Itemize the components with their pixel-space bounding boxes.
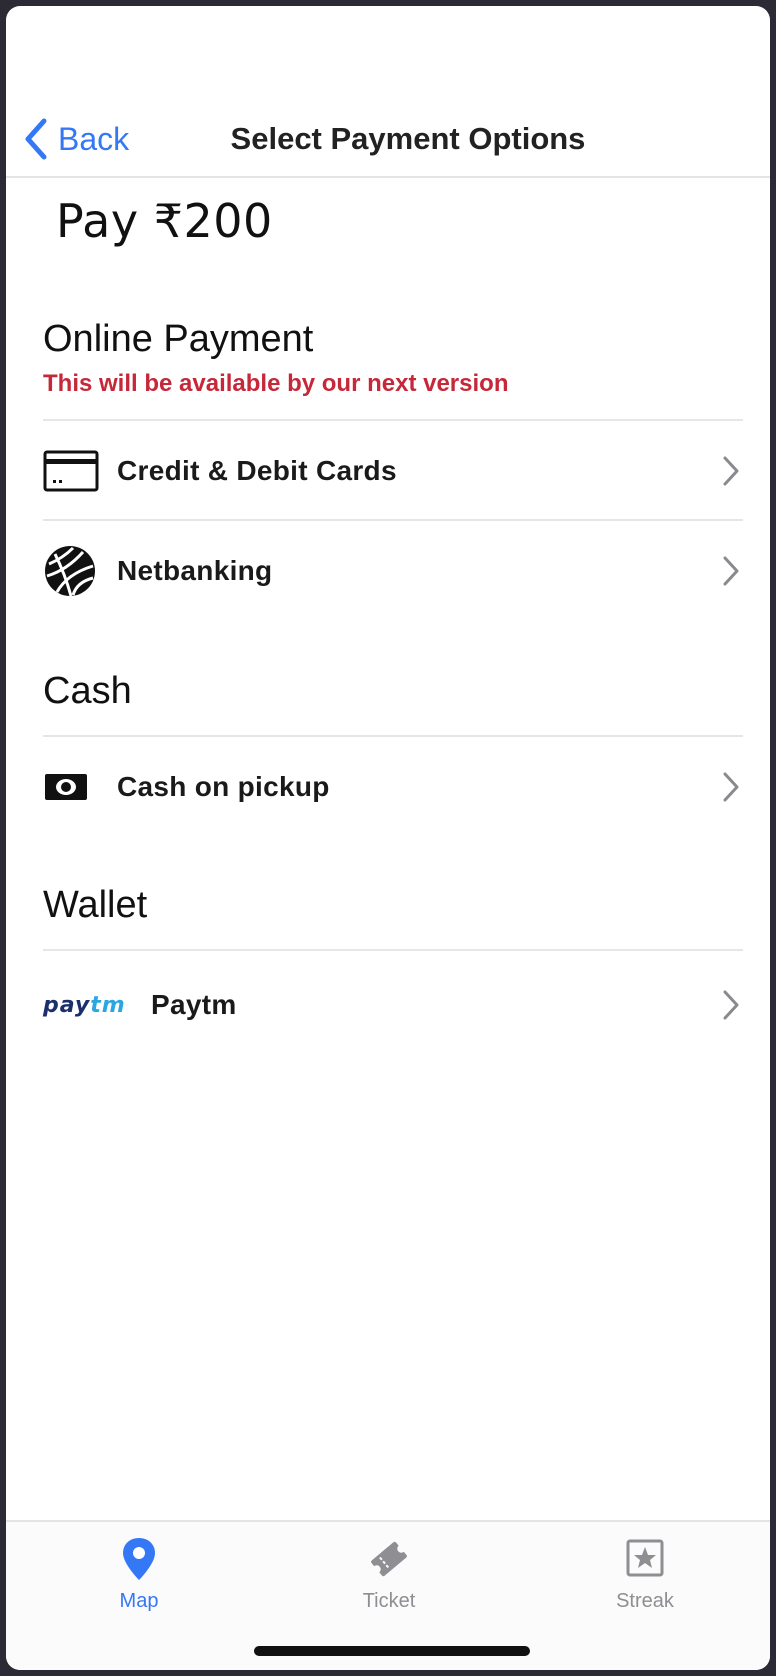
divider bbox=[43, 949, 743, 951]
section-title-cash: Cash bbox=[43, 670, 132, 712]
option-label: Netbanking bbox=[117, 555, 273, 586]
tab-label: Streak bbox=[616, 1590, 674, 1612]
phone-screen: Back Select Payment Options Pay ₹200 Onl… bbox=[6, 6, 770, 1670]
tab-label: Ticket bbox=[362, 1590, 416, 1612]
ticket-icon bbox=[371, 1541, 407, 1577]
chevron-right-icon bbox=[723, 772, 739, 802]
divider bbox=[43, 519, 743, 521]
payment-option-netbanking[interactable]: Netbanking bbox=[43, 523, 743, 619]
tab-ticket[interactable]: Ticket bbox=[309, 1536, 469, 1626]
option-label: Cash on pickup bbox=[117, 771, 330, 802]
pay-amount: Pay ₹200 bbox=[56, 194, 273, 248]
availability-note: This will be available by our next versi… bbox=[43, 370, 509, 397]
chevron-right-icon bbox=[723, 990, 739, 1020]
payment-option-cash-on-pickup[interactable]: Cash on pickup bbox=[43, 739, 743, 835]
section-title-online-payment: Online Payment bbox=[43, 318, 314, 360]
payment-option-paytm[interactable]: paytm Paytm bbox=[43, 957, 743, 1053]
paytm-logo: paytm bbox=[43, 993, 139, 1018]
paytm-logo-text-tm: tm bbox=[90, 992, 126, 1018]
tab-map[interactable]: Map bbox=[59, 1536, 219, 1626]
page-title: Select Payment Options bbox=[230, 121, 586, 156]
chevron-right-icon bbox=[723, 456, 739, 486]
divider bbox=[43, 419, 743, 421]
tab-streak[interactable]: Streak bbox=[565, 1536, 725, 1626]
cash-icon bbox=[43, 772, 101, 802]
home-indicator bbox=[254, 1646, 530, 1656]
section-title-wallet: Wallet bbox=[43, 884, 148, 926]
option-label: Paytm bbox=[151, 989, 237, 1020]
divider bbox=[43, 735, 743, 737]
paytm-logo-text-pay: pay bbox=[43, 992, 91, 1018]
map-pin-icon bbox=[123, 1538, 155, 1580]
payment-option-credit-debit-cards[interactable]: Credit & Debit Cards bbox=[43, 423, 743, 519]
option-label: Credit & Debit Cards bbox=[117, 455, 397, 486]
globe-icon bbox=[43, 544, 101, 598]
star-icon bbox=[626, 1539, 664, 1577]
tab-label: Map bbox=[119, 1590, 159, 1612]
chevron-right-icon bbox=[723, 556, 739, 586]
navigation-bar: Back Select Payment Options bbox=[6, 102, 770, 178]
credit-card-icon bbox=[43, 450, 101, 492]
